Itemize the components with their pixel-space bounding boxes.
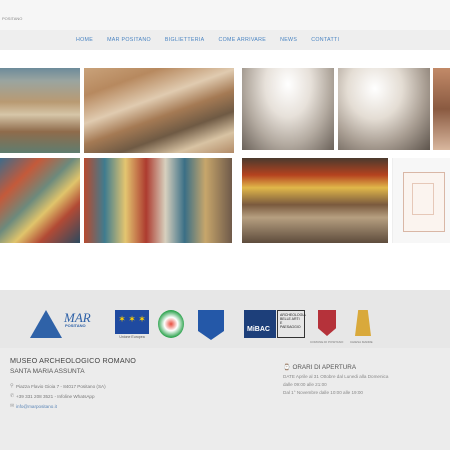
clock-icon: ⌚	[283, 365, 291, 371]
eu-stars-icon: ✶ ✶ ✶	[118, 314, 146, 324]
eu-flag-logo: ✶ ✶ ✶ Unione Europea	[115, 310, 149, 339]
footer: MAR POSITANO ✶ ✶ ✶ Unione Europea MiBAC …	[0, 290, 450, 450]
top-strip: POSITANO	[0, 0, 450, 30]
nav-biglietteria[interactable]: BIGLIETTERIA	[165, 37, 205, 43]
nav-home[interactable]: HOME	[76, 37, 93, 43]
hours-line-1: DATE Aprile al 31 Ottobre dal Lunedi all…	[283, 374, 389, 379]
nav-contatti[interactable]: CONTATTI	[311, 37, 339, 43]
phone-line: ✆ +39 331 208 3521 - Infoline WhatsApp	[10, 393, 136, 399]
hours-line-2: dalle 09:00 alle 21:00	[283, 382, 327, 387]
photo-fresco-edge[interactable]	[433, 68, 450, 150]
photo-excavation-site[interactable]	[242, 158, 388, 243]
photo-floor-plan[interactable]	[392, 158, 450, 243]
email-link[interactable]: info@marpositano.it	[16, 404, 57, 409]
mar-mark-icon	[30, 310, 62, 338]
photo-vaulted-crypt-2[interactable]	[338, 68, 430, 150]
site-title: POSITANO	[2, 16, 23, 21]
opening-hours: ⌚ ORARI DI APERTURA DATE Aprile al 31 Ot…	[283, 364, 443, 395]
hours-heading: ⌚ ORARI DI APERTURA	[283, 364, 443, 371]
photo-fresco-wall-2[interactable]	[84, 158, 232, 243]
nav-come-arrivare[interactable]: COME ARRIVARE	[218, 37, 266, 43]
photo-excavation-tunnel[interactable]	[84, 68, 234, 153]
partner-logos: MAR POSITANO ✶ ✶ ✶ Unione Europea MiBAC …	[0, 290, 450, 348]
chiesa-label: CHIESA MADRE	[350, 340, 373, 344]
museum-info: MUSEO ARCHEOLOGICO ROMANO SANTA MARIA AS…	[10, 356, 136, 409]
mibac-label: MiBAC	[247, 326, 270, 333]
regione-campania-logo	[198, 310, 224, 340]
address-text: Piazza Flavio Gioia 7 - 84017 Positano (…	[16, 383, 106, 389]
photo-positano-aerial[interactable]	[0, 68, 80, 153]
main-nav: HOME MAR POSITANO BIGLIETTERIA COME ARRI…	[0, 30, 450, 50]
eu-label: Unione Europea	[119, 335, 145, 339]
chiesa-madre-crest	[355, 310, 371, 336]
hours-line-3: Dal 1° Novembre dalle 10:00 alle 19:00	[283, 390, 363, 395]
italian-republic-emblem	[158, 310, 184, 338]
photo-fresco-wall-1[interactable]	[0, 158, 80, 243]
photo-vaulted-crypt-1[interactable]	[242, 68, 334, 150]
soprintendenza-logo: ARCHEOLOGIA BELLE ARTI E PAESAGGIO	[277, 310, 307, 338]
hours-title: ORARI DI APERTURA	[292, 364, 357, 371]
mar-logo-sub: POSITANO	[65, 323, 86, 328]
soprintendenza-text: ARCHEOLOGIA BELLE ARTI E PAESAGGIO	[277, 310, 306, 338]
floor-plan-map	[403, 172, 445, 232]
comune-positano-crest	[318, 310, 336, 336]
mar-positano-logo[interactable]: MAR POSITANO	[30, 310, 100, 338]
phone-text[interactable]: +39 331 208 3521 - Infoline WhatsApp	[16, 394, 95, 399]
mibac-logo: MiBAC	[244, 310, 276, 338]
nav-mar-positano[interactable]: MAR POSITANO	[107, 37, 151, 43]
nav-news[interactable]: NEWS	[280, 37, 297, 43]
comune-label: COMUNE DI POSITANO	[310, 340, 344, 344]
museum-subtitle: SANTA MARIA ASSUNTA	[10, 368, 85, 375]
email-line: ✉ info@marpositano.it	[10, 403, 136, 409]
address-line: ⚲ Piazza Flavio Gioia 7 - 84017 Positano…	[10, 383, 136, 389]
museum-name: MUSEO ARCHEOLOGICO ROMANO	[10, 356, 137, 365]
